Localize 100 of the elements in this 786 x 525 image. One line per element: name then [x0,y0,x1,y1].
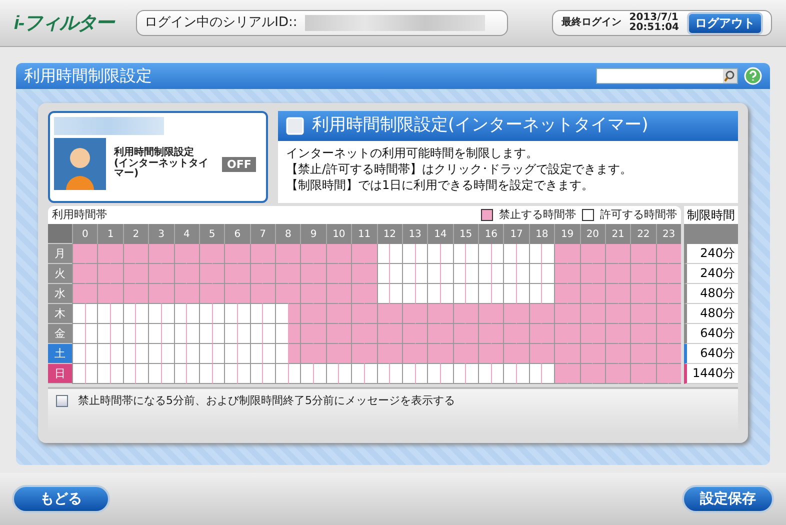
time-slot[interactable] [186,344,199,364]
time-slot[interactable] [566,264,580,284]
time-slot[interactable] [376,364,390,384]
search-icon[interactable] [723,69,737,83]
time-slot[interactable] [198,304,212,324]
time-slot[interactable] [516,344,529,364]
time-slot[interactable] [236,324,250,344]
limit-field[interactable]: 480分 [684,304,738,324]
time-slot[interactable] [224,344,237,364]
time-slot[interactable] [440,284,453,304]
time-slot[interactable] [566,344,580,364]
time-slot[interactable] [148,324,161,344]
time-slot[interactable] [414,364,428,384]
time-slot[interactable] [528,304,542,324]
time-slot[interactable] [351,244,364,264]
time-slot[interactable] [452,344,466,364]
time-slot[interactable] [135,264,148,284]
time-slot[interactable] [452,364,466,384]
time-slot[interactable] [604,364,618,384]
time-slot[interactable] [465,244,478,264]
time-slot[interactable] [72,284,85,304]
time-slot[interactable] [516,304,529,324]
time-slot[interactable] [402,344,415,364]
help-icon[interactable] [744,67,762,85]
time-slot[interactable] [541,264,554,284]
time-slot[interactable] [414,244,428,264]
time-slot[interactable] [592,344,605,364]
search-field[interactable] [596,68,738,84]
time-slot[interactable] [160,304,174,324]
time-slot[interactable] [465,284,478,304]
time-slot[interactable] [452,244,466,264]
time-slot[interactable] [656,344,668,364]
time-slot[interactable] [275,344,288,364]
time-slot[interactable] [554,344,567,364]
time-slot[interactable] [566,364,580,384]
time-slot[interactable] [478,344,491,364]
time-slot[interactable] [97,324,110,344]
time-slot[interactable] [313,284,326,304]
time-slot[interactable] [440,244,453,264]
time-slot[interactable] [414,324,428,344]
time-slot[interactable] [592,264,605,284]
time-slot[interactable] [84,304,98,324]
time-slot[interactable] [212,324,224,344]
limit-field[interactable]: 240分 [684,264,738,284]
time-slot[interactable] [313,244,326,264]
time-slot[interactable] [490,324,504,344]
time-slot[interactable] [148,284,161,304]
time-slot[interactable] [135,324,148,344]
time-slot[interactable] [135,304,148,324]
time-slot[interactable] [275,324,288,344]
time-slot[interactable] [414,284,428,304]
time-slot[interactable] [262,364,275,384]
time-slot[interactable] [414,304,428,324]
time-slot[interactable] [618,324,630,344]
time-slot[interactable] [427,244,440,264]
time-slot[interactable] [364,324,376,344]
time-slot[interactable] [338,344,352,364]
time-slot[interactable] [262,284,275,304]
time-slot[interactable] [528,264,542,284]
time-slot[interactable] [490,264,504,284]
time-slot[interactable] [135,284,148,304]
time-slot[interactable] [338,304,352,324]
time-slot[interactable] [84,284,98,304]
time-slot[interactable] [212,364,224,384]
time-slot[interactable] [97,344,110,364]
time-slot[interactable] [503,324,516,344]
time-slot[interactable] [160,324,174,344]
time-slot[interactable] [84,244,98,264]
time-slot[interactable] [262,344,275,364]
time-slot[interactable] [516,264,529,284]
time-slot[interactable] [630,364,643,384]
time-slot[interactable] [84,264,98,284]
time-slot[interactable] [656,324,668,344]
time-slot[interactable] [580,304,592,324]
time-slot[interactable] [427,284,440,304]
limit-field[interactable]: 640分 [684,324,738,344]
time-slot[interactable] [313,364,326,384]
time-slot[interactable] [110,364,123,384]
time-slot[interactable] [160,284,174,304]
time-slot[interactable] [440,364,453,384]
time-slot[interactable] [554,324,567,344]
time-slot[interactable] [174,364,186,384]
time-slot[interactable] [490,364,504,384]
time-slot[interactable] [250,364,262,384]
time-slot[interactable] [84,324,98,344]
time-slot[interactable] [236,304,250,324]
time-slot[interactable] [97,364,110,384]
time-slot[interactable] [198,344,212,364]
time-slot[interactable] [288,364,300,384]
time-slot[interactable] [351,304,364,324]
time-slot[interactable] [160,244,174,264]
time-slot[interactable] [604,284,618,304]
time-slot[interactable] [364,364,376,384]
time-slot[interactable] [618,244,630,264]
logout-button[interactable]: ログアウト [687,12,763,34]
time-slot[interactable] [427,364,440,384]
time-slot[interactable] [580,324,592,344]
time-slot[interactable] [338,244,352,264]
time-slot[interactable] [452,264,466,284]
time-slot[interactable] [135,364,148,384]
